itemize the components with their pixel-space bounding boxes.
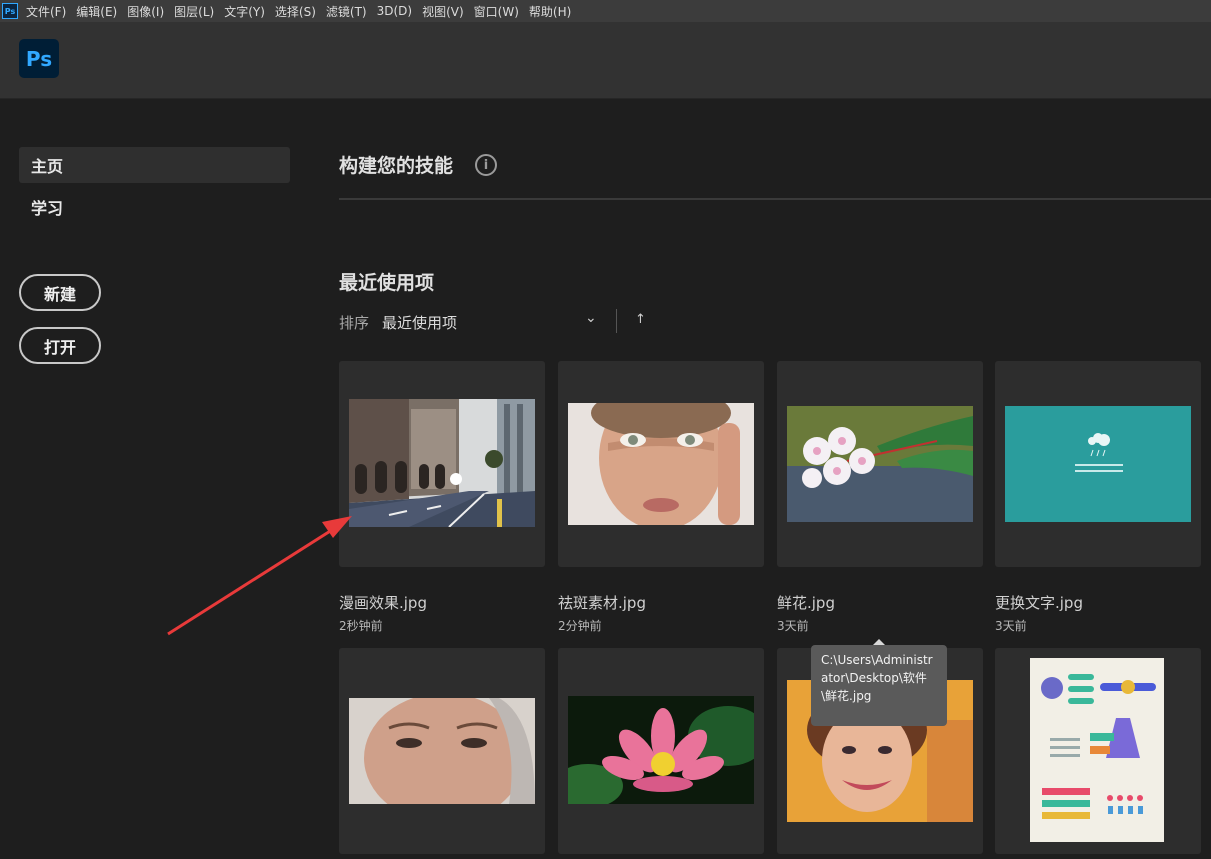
app-icon: Ps	[2, 3, 18, 19]
menu-filter[interactable]: 滤镜(T)	[326, 3, 367, 20]
file-card-freckles[interactable]	[558, 361, 764, 567]
file-time: 3天前	[777, 619, 809, 633]
menu-file[interactable]: 文件(F)	[26, 3, 66, 20]
skills-section-title: 构建您的技能	[339, 155, 454, 177]
open-button[interactable]: 打开	[19, 327, 101, 364]
file-name[interactable]: 更换文字.jpg	[995, 592, 1083, 613]
sort-dropdown-value[interactable]: 最近使用项	[382, 312, 457, 333]
file-name[interactable]: 鲜花.jpg	[777, 592, 835, 613]
recent-section-title: 最近使用项	[339, 272, 435, 294]
file-card-comic[interactable]	[339, 361, 545, 567]
sidebar-item-learn[interactable]: 学习	[19, 189, 290, 225]
file-time: 2分钟前	[558, 619, 602, 633]
sort-direction-icon[interactable]: ↑	[635, 312, 646, 327]
teal-slide-thumbnail	[1005, 406, 1191, 522]
flower-thumbnail	[787, 406, 973, 522]
menu-help[interactable]: 帮助(H)	[529, 3, 571, 20]
file-name[interactable]: 祛斑素材.jpg	[558, 592, 646, 613]
file-time: 3天前	[995, 619, 1027, 633]
elder-portrait-thumbnail	[349, 698, 535, 804]
menu-view[interactable]: 视图(V)	[422, 3, 464, 20]
portrait-thumbnail	[568, 403, 754, 525]
file-time: 2秒钟前	[339, 619, 383, 633]
file-card-lotus[interactable]	[558, 648, 764, 854]
new-button[interactable]: 新建	[19, 274, 101, 311]
menu-bar: Ps 文件(F) 编辑(E) 图像(I) 图层(L) 文字(Y) 选择(S) 滤…	[0, 0, 1211, 22]
menu-edit[interactable]: 编辑(E)	[76, 3, 117, 20]
app-header: Ps	[0, 22, 1211, 99]
sort-separator	[616, 309, 617, 333]
sort-label: 排序	[339, 314, 370, 332]
file-name[interactable]: 漫画效果.jpg	[339, 592, 427, 613]
infographic-thumbnail	[1030, 658, 1164, 842]
menu-type[interactable]: 文字(Y)	[224, 3, 265, 20]
photoshop-logo: Ps	[19, 39, 59, 78]
section-divider	[339, 198, 1211, 200]
menu-3d[interactable]: 3D(D)	[377, 4, 412, 18]
file-card-flower[interactable]	[777, 361, 983, 567]
menu-image[interactable]: 图像(I)	[127, 3, 164, 20]
street-thumbnail	[349, 399, 535, 527]
info-icon[interactable]: i	[475, 154, 497, 176]
menu-window[interactable]: 窗口(W)	[474, 3, 519, 20]
file-card-elder-portrait[interactable]	[339, 648, 545, 854]
file-card-text[interactable]	[995, 361, 1201, 567]
menu-layer[interactable]: 图层(L)	[174, 3, 214, 20]
file-path-tooltip: C:\Users\Administrator\Desktop\软件\鲜花.jpg	[811, 645, 947, 726]
menu-select[interactable]: 选择(S)	[275, 3, 316, 20]
sidebar-item-home[interactable]: 主页	[19, 147, 290, 183]
file-card-infographic[interactable]	[995, 648, 1201, 854]
chevron-down-icon[interactable]: ⌄	[585, 310, 597, 326]
lotus-thumbnail	[568, 696, 754, 804]
